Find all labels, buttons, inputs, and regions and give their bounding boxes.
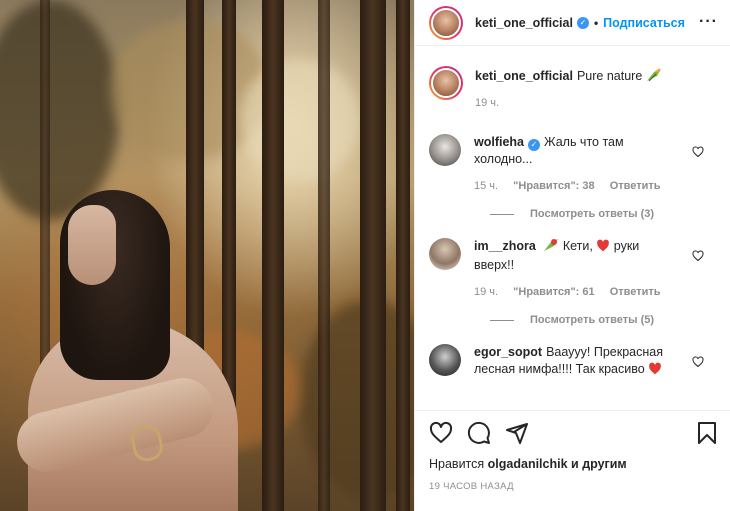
comment-icon[interactable]	[467, 421, 491, 445]
verified-icon: ✓	[528, 138, 541, 151]
flower-emoji-icon	[543, 238, 559, 257]
post-actions: Нравится olgadanilchik и другим 19 ЧАСОВ…	[415, 410, 730, 492]
heart-icon[interactable]	[692, 356, 704, 368]
comment-username[interactable]: egor_sopot	[474, 345, 542, 359]
avatar[interactable]	[429, 66, 463, 100]
post-photo[interactable]	[0, 0, 414, 511]
more-options-icon[interactable]: ···	[699, 13, 718, 31]
view-replies-label: Посмотреть ответы (3)	[530, 208, 655, 220]
post-sidebar: keti_one_official ✓ • Подписаться ··· ke…	[414, 0, 730, 511]
comment-username[interactable]: wolfieha	[474, 135, 524, 149]
heart-icon[interactable]	[692, 146, 704, 158]
like-heart-icon[interactable]	[429, 421, 453, 445]
avatar[interactable]	[429, 134, 461, 166]
caption-text: Pure nature	[576, 69, 643, 83]
avatar[interactable]	[429, 238, 461, 270]
comment-text: Кети,	[562, 239, 593, 253]
caption-username[interactable]: keti_one_official	[475, 69, 573, 83]
divider-line	[490, 319, 514, 321]
comment-time: 15 ч.	[474, 180, 499, 192]
tree-trunk	[360, 0, 386, 511]
view-replies-label: Посмотреть ответы (5)	[530, 314, 655, 326]
foliage	[0, 0, 120, 220]
comments-list[interactable]: keti_one_official Pure nature 19 ч. wolfi…	[415, 46, 730, 410]
tree-trunk	[318, 0, 330, 511]
red-heart-emoji-icon	[648, 362, 662, 380]
likes-summary: Нравится olgadanilchik и другим	[429, 457, 717, 471]
header-username[interactable]: keti_one_official	[475, 16, 573, 30]
caption-time: 19 ч.	[475, 97, 500, 109]
heart-icon[interactable]	[692, 250, 704, 262]
comment-username[interactable]: im__zhora	[474, 239, 536, 253]
likes-others[interactable]: и другим	[571, 457, 627, 471]
avatar[interactable]	[429, 5, 463, 40]
figure-face	[68, 205, 116, 285]
bookmark-icon[interactable]	[695, 421, 719, 445]
red-heart-emoji-icon	[596, 239, 610, 257]
reply-button[interactable]: Ответить	[610, 286, 661, 298]
likes-prefix: Нравится	[429, 457, 485, 471]
post-header: keti_one_official ✓ • Подписаться ···	[415, 0, 730, 46]
caption: keti_one_official Pure nature 19 ч.	[429, 66, 716, 112]
foliage	[240, 60, 360, 180]
follow-button[interactable]: Подписаться	[603, 16, 685, 30]
comment: wolfieha ✓ Жаль что там холодно... 15 ч. "…	[429, 134, 716, 195]
comment-time: 19 ч.	[474, 286, 499, 298]
post-timestamp: 19 ЧАСОВ НАЗАД	[429, 481, 514, 492]
comment: im__zhora Кети, руки вверх!! 19 ч. "Нрав…	[429, 238, 716, 301]
avatar[interactable]	[429, 344, 461, 376]
view-replies-button[interactable]: Посмотреть ответы (5)	[490, 314, 716, 326]
comment-likes[interactable]: "Нравится": 38	[513, 180, 594, 192]
comment: egor_sopot Вааууу! Прекрасная лесная нимф…	[429, 344, 716, 380]
separator-dot: •	[593, 15, 599, 30]
view-replies-button[interactable]: Посмотреть ответы (3)	[490, 208, 716, 220]
likes-user[interactable]: olgadanilchik	[488, 457, 568, 471]
comment-likes[interactable]: "Нравится": 61	[513, 286, 594, 298]
leaf-emoji-icon	[646, 68, 662, 87]
divider-line	[490, 213, 514, 215]
reply-button[interactable]: Ответить	[610, 180, 661, 192]
tree-trunk	[262, 0, 284, 511]
share-icon[interactable]	[505, 421, 529, 445]
verified-icon: ✓	[576, 16, 589, 29]
tree-trunk	[396, 0, 410, 511]
